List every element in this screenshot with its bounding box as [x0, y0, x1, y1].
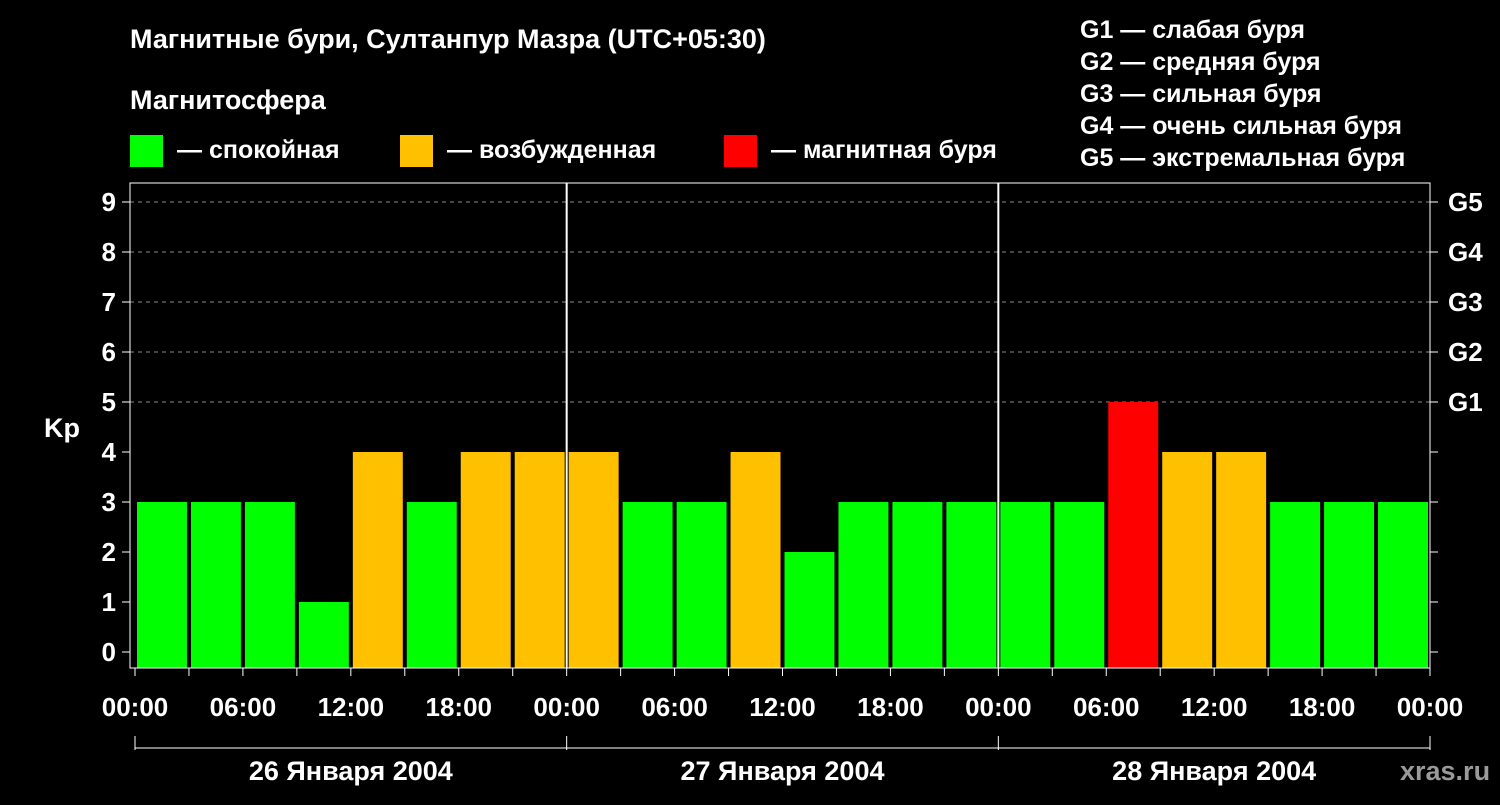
storm-scale-legend: G1 — слабая буря G2 — средняя буря G3 — си… — [1080, 16, 1405, 172]
watermark: xras.ru — [1400, 756, 1490, 786]
kp-chart: Магнитные бури, Султанпур Мазра (UTC+05:… — [0, 0, 1500, 800]
x-tick-label: 18:00 — [426, 692, 493, 722]
x-tick-label: 00:00 — [102, 692, 169, 722]
kp-bar — [892, 502, 943, 668]
g-scale-label: G5 — [1448, 187, 1483, 217]
y-tick-label: 7 — [102, 287, 116, 317]
kp-bar — [676, 502, 727, 668]
kp-bar — [1108, 402, 1159, 668]
kp-bar — [838, 502, 889, 668]
g-scale-label: G2 — [1448, 337, 1483, 367]
y-tick-label: 0 — [102, 637, 116, 667]
g-scale-label: G3 — [1448, 287, 1483, 317]
kp-bar — [622, 502, 673, 668]
magnetosphere-legend-title: Магнитосфера — [130, 85, 327, 115]
y-tick-label: 6 — [102, 337, 116, 367]
kp-bar — [1216, 452, 1267, 668]
kp-bar — [1054, 502, 1105, 668]
kp-bar — [137, 502, 187, 668]
y-tick-label: 8 — [102, 237, 116, 267]
kp-bar — [946, 502, 997, 668]
kp-bar — [1000, 502, 1051, 668]
storm-legend-item: G3 — сильная буря — [1080, 80, 1322, 108]
chart-svg: Магнитные бури, Султанпур Мазра (UTC+05:… — [44, 16, 1490, 786]
kp-bar — [514, 452, 565, 668]
kp-bar — [190, 502, 241, 668]
g-scale-label: G4 — [1448, 237, 1483, 267]
legend-swatch — [400, 135, 433, 167]
y-tick-label: 5 — [102, 387, 116, 417]
kp-bar — [406, 502, 457, 668]
kp-bar — [1162, 452, 1213, 668]
axes: 0 1 2 3 4 5 6 7 8 9 G5 G4 G3 G2 G1 00:00 06:00 12:00 18:00… — [102, 182, 1483, 786]
x-tick-label: 06:00 — [641, 692, 708, 722]
y-tick-label: 2 — [102, 537, 116, 567]
y-axis-label: Kp — [44, 413, 80, 443]
kp-bars — [137, 402, 1428, 668]
day-label: 27 Января 2004 — [681, 756, 885, 786]
kp-bar — [730, 452, 781, 668]
y-tick-label: 3 — [102, 487, 116, 517]
legend-swatch — [130, 135, 163, 167]
legend-label: — спокойная — [177, 136, 340, 164]
g-scale-label: G1 — [1448, 387, 1483, 417]
y-tick-label: 4 — [102, 437, 117, 467]
x-tick-label: 06:00 — [210, 692, 277, 722]
kp-bar — [352, 452, 403, 668]
x-tick-label: 18:00 — [1289, 692, 1356, 722]
x-tick-label: 12:00 — [749, 692, 816, 722]
kp-bar — [298, 602, 349, 668]
legend-label: — возбужденная — [447, 136, 656, 164]
x-tick-label: 00:00 — [533, 692, 600, 722]
kp-bar — [1270, 502, 1321, 668]
kp-bar — [1324, 502, 1375, 668]
kp-bar — [1378, 502, 1428, 668]
chart-title: Магнитные бури, Султанпур Мазра (UTC+05:… — [130, 24, 766, 54]
x-tick-label: 00:00 — [1397, 692, 1464, 722]
storm-legend-item: G5 — экстремальная буря — [1080, 144, 1405, 172]
kp-bar — [568, 452, 619, 668]
x-tick-label: 12:00 — [318, 692, 385, 722]
y-tick-label: 9 — [102, 187, 116, 217]
kp-bar — [460, 452, 511, 668]
x-tick-label: 00:00 — [965, 692, 1032, 722]
x-tick-label: 18:00 — [857, 692, 924, 722]
day-label: 28 Января 2004 — [1112, 756, 1316, 786]
legend-label: — магнитная буря — [771, 136, 997, 164]
y-tick-label: 1 — [102, 587, 116, 617]
day-label: 26 Января 2004 — [249, 756, 453, 786]
grid-lines — [130, 201, 1430, 403]
kp-bar — [784, 552, 835, 668]
storm-legend-item: G4 — очень сильная буря — [1080, 112, 1402, 140]
x-tick-label: 06:00 — [1073, 692, 1140, 722]
storm-legend-item: G1 — слабая буря — [1080, 16, 1305, 44]
x-tick-label: 12:00 — [1181, 692, 1248, 722]
storm-legend-item: G2 — средняя буря — [1080, 48, 1321, 76]
magnetosphere-legend: — спокойная — возбужденная — магнитная бур… — [130, 135, 997, 167]
legend-swatch — [724, 135, 757, 167]
kp-bar — [244, 502, 295, 668]
